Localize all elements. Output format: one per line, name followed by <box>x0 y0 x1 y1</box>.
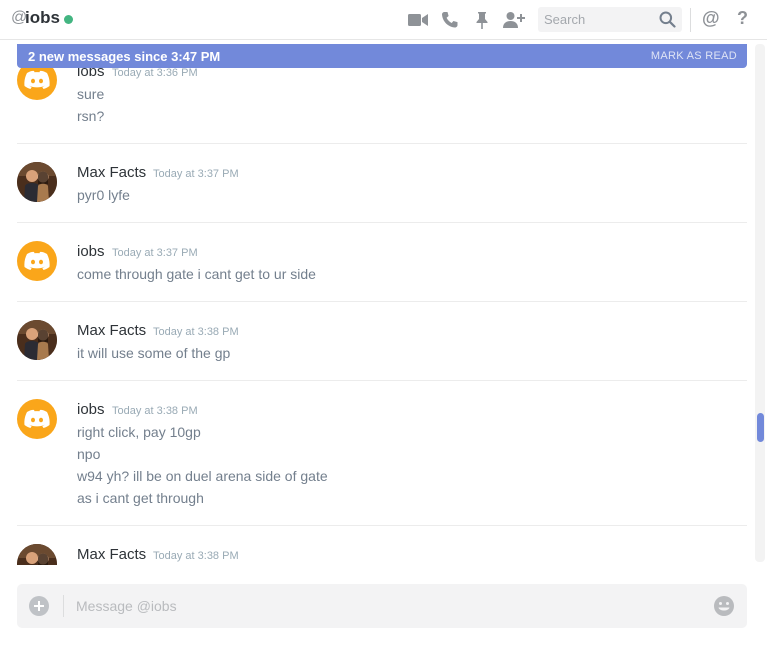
message-divider <box>17 525 747 526</box>
channel-name: iobs <box>25 8 60 27</box>
message-line: come through gate i cant get to ur side <box>77 266 316 282</box>
user-photo-icon <box>17 320 57 360</box>
scrollbar-thumb[interactable] <box>757 413 764 442</box>
mark-as-read-button[interactable]: MARK AS READ <box>651 50 737 62</box>
message-timestamp: Today at 3:36 PM <box>112 67 198 79</box>
message-group: Max Facts Today at 3:37 PM pyr0 lyfe <box>17 162 747 222</box>
message-list: iobs Today at 3:36 PM sure rsn? Max Fact… <box>0 41 767 565</box>
search-icon[interactable] <box>659 11 676 33</box>
message-input[interactable] <box>71 584 691 628</box>
avatar[interactable] <box>17 162 57 202</box>
new-messages-bar[interactable]: 2 new messages since 3:47 PM MARK AS REA… <box>17 44 747 68</box>
discord-logo-icon <box>24 409 50 428</box>
upload-plus-icon[interactable] <box>29 596 49 616</box>
add-friend-icon[interactable] <box>503 9 525 31</box>
message-line: rsn? <box>77 108 105 124</box>
help-icon[interactable]: ? <box>737 8 748 29</box>
search-input[interactable] <box>538 7 656 32</box>
message-line: as i cant get through <box>77 490 204 506</box>
message-line: pyr0 lyfe <box>77 187 130 203</box>
message-line: sure <box>77 86 105 102</box>
message-divider <box>17 380 747 381</box>
scrollbar-track[interactable] <box>755 44 765 562</box>
message-timestamp: Today at 3:37 PM <box>112 247 198 259</box>
message-line: right click, pay 10gp <box>77 424 201 440</box>
user-photo-icon <box>17 544 57 565</box>
mention-icon[interactable]: @ <box>702 8 720 29</box>
message-timestamp: Today at 3:38 PM <box>153 326 239 338</box>
message-author[interactable]: Max Facts <box>77 546 146 563</box>
message-timestamp: Today at 3:38 PM <box>112 405 198 417</box>
message-composer <box>17 584 747 628</box>
discord-logo-icon <box>24 251 50 270</box>
video-call-icon[interactable] <box>407 9 429 31</box>
message-group: iobs Today at 3:38 PM right click, pay 1… <box>17 399 747 525</box>
message-divider <box>17 143 747 144</box>
voice-call-icon[interactable] <box>439 9 461 31</box>
avatar[interactable] <box>17 544 57 565</box>
message-line: w94 yh? ill be on duel arena side of gat… <box>77 468 328 484</box>
message-timestamp: Today at 3:38 PM <box>153 550 239 562</box>
message-line: npo <box>77 446 101 462</box>
message-group: Max Facts Today at 3:38 PM it will use s… <box>17 320 747 380</box>
pinned-messages-icon[interactable] <box>471 9 493 31</box>
channel-header: @ iobs @ ? <box>0 0 767 40</box>
composer-divider <box>63 595 64 617</box>
avatar[interactable] <box>17 320 57 360</box>
avatar[interactable] <box>17 399 57 439</box>
header-divider <box>690 8 691 32</box>
online-status-dot <box>64 15 73 24</box>
emoji-picker-icon[interactable] <box>713 595 735 617</box>
message-group: iobs Today at 3:37 PM come through gate … <box>17 241 747 301</box>
message-divider <box>17 222 747 223</box>
user-photo-icon <box>17 162 57 202</box>
message-divider <box>17 301 747 302</box>
message-line: it will use some of the gp <box>77 345 231 361</box>
message-author[interactable]: iobs <box>77 243 105 260</box>
avatar[interactable] <box>17 241 57 281</box>
message-group: Max Facts Today at 3:38 PM <box>17 544 747 565</box>
message-author[interactable]: iobs <box>77 401 105 418</box>
search-box[interactable] <box>538 7 682 32</box>
new-messages-text: 2 new messages since 3:47 PM <box>28 49 221 64</box>
message-timestamp: Today at 3:37 PM <box>153 168 239 180</box>
message-author[interactable]: Max Facts <box>77 164 146 181</box>
message-author[interactable]: Max Facts <box>77 322 146 339</box>
message-group: iobs Today at 3:36 PM sure rsn? <box>17 60 747 150</box>
